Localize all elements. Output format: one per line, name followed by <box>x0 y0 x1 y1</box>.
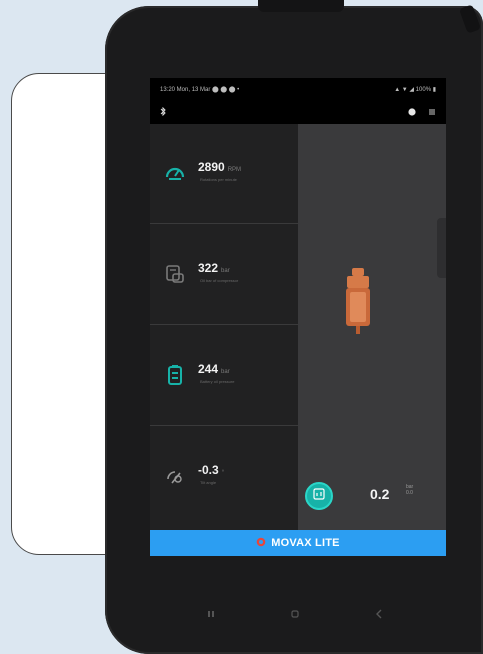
home-icon[interactable] <box>289 606 301 618</box>
metric-tile-compressor[interactable]: 322 bar Oil bar of compressor <box>150 225 298 325</box>
pressure-unit: bar 0.0 <box>406 484 413 496</box>
metric-value: 244 bar <box>198 362 230 376</box>
metric-value: -0.3 ° <box>198 463 225 477</box>
metric-tile-tilt[interactable]: -0.3 ° Tilt angle <box>150 427 298 527</box>
brand-bar: MOVAX LITE <box>150 530 446 556</box>
metric-value: 322 bar <box>198 261 230 275</box>
help-icon[interactable] <box>408 103 416 121</box>
metric-tile-battery[interactable]: 244 bar Battery oil pressure <box>150 326 298 426</box>
tablet-screen: 13:20 Mon, 13 Mar ⬤ ⬤ ⬤ • ▲ ▼ ◢ 100% ▮ 2… <box>150 78 446 556</box>
status-left: 13:20 Mon, 13 Mar ⬤ ⬤ ⬤ • <box>160 86 240 93</box>
metric-caption: Oil bar of compressor <box>200 278 239 283</box>
device-view-panel <box>298 124 446 530</box>
menu-icon[interactable] <box>428 103 436 121</box>
pressure-unit-bottom: 0.0 <box>406 490 413 496</box>
tablet-top-bumper <box>258 0 344 12</box>
tilt-icon <box>164 465 186 487</box>
metric-unit: ° <box>221 470 225 476</box>
movax-logo-icon <box>256 534 266 552</box>
status-right: ▲ ▼ ◢ 100% ▮ <box>394 86 436 93</box>
recent-apps-icon[interactable] <box>205 606 217 617</box>
gauge-icon <box>312 487 326 506</box>
metric-caption: Battery oil pressure <box>200 379 235 384</box>
metric-unit: bar <box>221 369 230 375</box>
bluetooth-icon[interactable] <box>160 103 166 121</box>
metric-caption: Tilt angle <box>200 480 217 485</box>
back-icon[interactable] <box>373 606 385 619</box>
metric-caption: Rotations per minute <box>200 177 237 182</box>
metric-unit: bar <box>221 268 230 274</box>
status-bar: 13:20 Mon, 13 Mar ⬤ ⬤ ⬤ • ▲ ▼ ◢ 100% ▮ <box>150 78 446 100</box>
battery-icon <box>164 364 186 386</box>
metrics-panel: 2890 RPM Rotations per minute 322 bar Oil … <box>150 124 298 530</box>
drawer-handle[interactable] <box>437 218 446 278</box>
compressor-icon <box>164 263 186 285</box>
metric-unit: RPM <box>227 167 242 173</box>
metric-tile-rpm[interactable]: 2890 RPM Rotations per minute <box>150 124 298 224</box>
brand-name: MOVAX LITE <box>271 537 340 549</box>
action-bar <box>150 100 446 124</box>
metric-value: 2890 RPM <box>198 160 242 174</box>
system-nav-bar <box>205 604 385 619</box>
vibro-device-icon <box>346 268 370 334</box>
speedometer-icon <box>164 162 186 184</box>
pressure-value: 0.2 <box>370 486 390 502</box>
gauge-button[interactable] <box>305 482 333 510</box>
